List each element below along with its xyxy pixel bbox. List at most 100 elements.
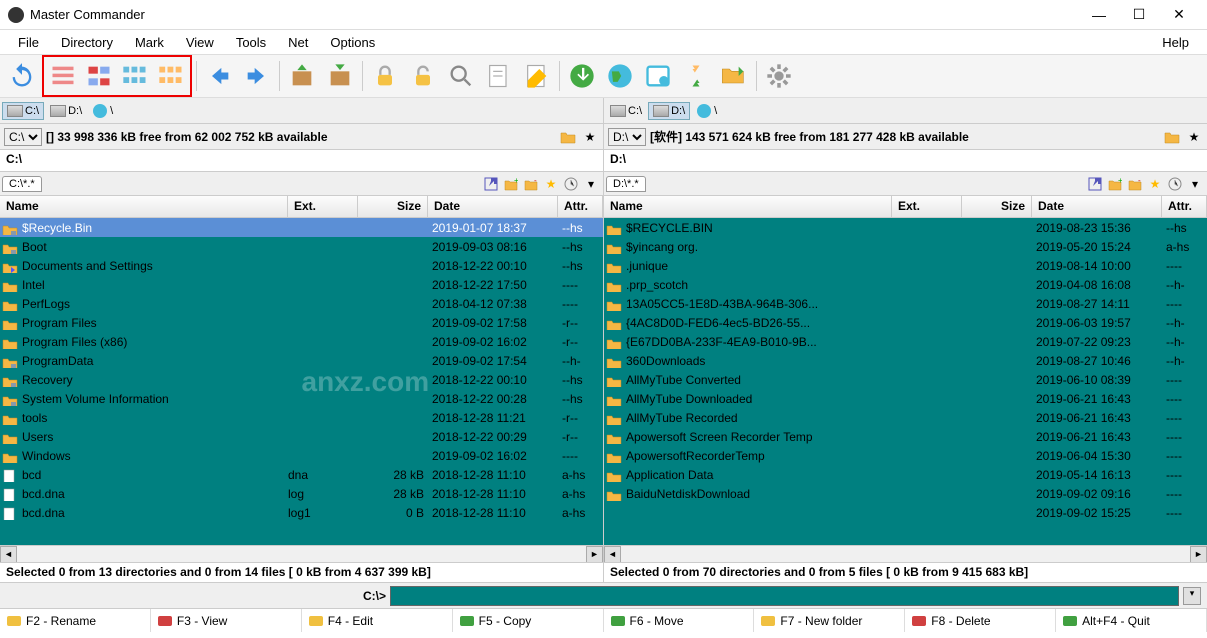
star-button[interactable]: ★ xyxy=(1185,128,1203,146)
col-attr[interactable]: Attr. xyxy=(1162,196,1207,217)
left-hscroll[interactable]: ◄► xyxy=(0,545,603,562)
file-row[interactable]: System Volume Information2018-12-22 00:2… xyxy=(0,389,603,408)
file-row[interactable]: 360Downloads2019-08-27 10:46--h- xyxy=(604,351,1207,370)
file-row[interactable]: AllMyTube Recorded2019-06-21 16:43---- xyxy=(604,408,1207,427)
tab-history-icon[interactable] xyxy=(1166,175,1184,193)
file-row[interactable]: tools2018-12-28 11:21-r-- xyxy=(0,408,603,427)
col-attr[interactable]: Attr. xyxy=(558,196,603,217)
left-file-list[interactable]: $Recycle.Bin2019-01-07 18:37--hsBoot2019… xyxy=(0,218,603,545)
right-breadcrumb[interactable]: D:\ xyxy=(604,150,1207,172)
file-row[interactable]: bcddna28 kB2018-12-28 11:10a-hs xyxy=(0,465,603,484)
fkey-alt-f4[interactable]: Alt+F4 - Quit xyxy=(1056,609,1207,632)
fkey-f4[interactable]: F4 - Edit xyxy=(302,609,453,632)
col-size[interactable]: Size xyxy=(962,196,1032,217)
tab-add-icon[interactable]: + xyxy=(502,175,520,193)
file-row[interactable]: Application Data2019-05-14 16:13---- xyxy=(604,465,1207,484)
file-row[interactable]: AllMyTube Downloaded2019-06-21 16:43---- xyxy=(604,389,1207,408)
settings-button[interactable] xyxy=(761,58,797,94)
tab-dropdown-icon[interactable]: ▾ xyxy=(582,175,600,193)
right-hscroll[interactable]: ◄► xyxy=(604,545,1207,562)
forward-button[interactable] xyxy=(239,58,275,94)
folder-button[interactable] xyxy=(559,128,577,146)
menu-view[interactable]: View xyxy=(176,32,224,53)
fkey-f8[interactable]: F8 - Delete xyxy=(905,609,1056,632)
file-row[interactable]: Windows2019-09-02 16:02---- xyxy=(0,446,603,465)
menu-directory[interactable]: Directory xyxy=(51,32,123,53)
file-row[interactable]: Recovery2018-12-22 00:10--hs xyxy=(0,370,603,389)
unpack-button[interactable] xyxy=(322,58,358,94)
fkey-f5[interactable]: F5 - Copy xyxy=(453,609,604,632)
drive-select[interactable]: C:\ xyxy=(4,128,42,146)
drive-D[interactable]: D:\ xyxy=(46,103,86,119)
note-button[interactable] xyxy=(481,58,517,94)
file-row[interactable]: .junique2019-08-14 10:00---- xyxy=(604,256,1207,275)
lock-button[interactable] xyxy=(367,58,403,94)
tab-history-icon[interactable] xyxy=(562,175,580,193)
col-ext[interactable]: Ext. xyxy=(892,196,962,217)
unlock-button[interactable] xyxy=(405,58,441,94)
view-thumbs-button[interactable] xyxy=(117,58,153,94)
file-row[interactable]: Boot2019-09-03 08:16--hs xyxy=(0,237,603,256)
file-row[interactable]: Users2018-12-22 00:29-r-- xyxy=(0,427,603,446)
file-row[interactable]: .prp_scotch2019-04-08 16:08--h- xyxy=(604,275,1207,294)
file-row[interactable]: Intel2018-12-22 17:50---- xyxy=(0,275,603,294)
path-tab[interactable]: D:\*.* xyxy=(606,176,646,192)
right-file-list[interactable]: $RECYCLE.BIN2019-08-23 15:36--hs$yincang… xyxy=(604,218,1207,545)
minimize-button[interactable]: — xyxy=(1079,7,1119,23)
file-row[interactable]: Program Files (x86)2019-09-02 16:02-r-- xyxy=(0,332,603,351)
file-row[interactable]: $RECYCLE.BIN2019-08-23 15:36--hs xyxy=(604,218,1207,237)
sync-button[interactable] xyxy=(678,58,714,94)
fkey-f2[interactable]: F2 - Rename xyxy=(0,609,151,632)
file-row[interactable]: $yincang org.2019-05-20 15:24a-hs xyxy=(604,237,1207,256)
back-button[interactable] xyxy=(201,58,237,94)
close-button[interactable]: ✕ xyxy=(1159,6,1199,23)
edit-button[interactable] xyxy=(519,58,555,94)
fkey-f3[interactable]: F3 - View xyxy=(151,609,302,632)
cmd-input[interactable] xyxy=(390,586,1179,606)
file-row[interactable]: ApowersoftRecorderTemp2019-06-04 15:30--… xyxy=(604,446,1207,465)
drive-C[interactable]: C:\ xyxy=(606,103,646,119)
fkey-f6[interactable]: F6 - Move xyxy=(604,609,755,632)
tab-external-icon[interactable] xyxy=(482,175,500,193)
tab-star-icon[interactable]: ★ xyxy=(542,175,560,193)
file-row[interactable]: 2019-09-02 15:25---- xyxy=(604,503,1207,522)
menu-tools[interactable]: Tools xyxy=(226,32,276,53)
menu-file[interactable]: File xyxy=(8,32,49,53)
tab-star-icon[interactable]: ★ xyxy=(1146,175,1164,193)
folders-button[interactable] xyxy=(716,58,752,94)
star-button[interactable]: ★ xyxy=(581,128,599,146)
path-tab[interactable]: C:\*.* xyxy=(2,176,42,192)
file-row[interactable]: bcd.dnalog28 kB2018-12-28 11:10a-hs xyxy=(0,484,603,503)
col-ext[interactable]: Ext. xyxy=(288,196,358,217)
tab-remove-icon[interactable]: - xyxy=(522,175,540,193)
tab-remove-icon[interactable]: - xyxy=(1126,175,1144,193)
file-row[interactable]: Apowersoft Screen Recorder Temp2019-06-2… xyxy=(604,427,1207,446)
fkey-f7[interactable]: F7 - New folder xyxy=(754,609,905,632)
view-details-button[interactable] xyxy=(81,58,117,94)
left-breadcrumb[interactable]: C:\ xyxy=(0,150,603,172)
globe-button[interactable] xyxy=(602,58,638,94)
drive-C[interactable]: C:\ xyxy=(2,102,44,120)
col-date[interactable]: Date xyxy=(1032,196,1162,217)
file-row[interactable]: BaiduNetdiskDownload2019-09-02 09:16---- xyxy=(604,484,1207,503)
folder-button[interactable] xyxy=(1163,128,1181,146)
file-row[interactable]: Documents and Settings2018-12-22 00:10--… xyxy=(0,256,603,275)
file-row[interactable]: Program Files2019-09-02 17:58-r-- xyxy=(0,313,603,332)
drive-[interactable]: \ xyxy=(692,101,721,121)
tab-dropdown-icon[interactable]: ▾ xyxy=(1186,175,1204,193)
col-name[interactable]: Name xyxy=(0,196,288,217)
file-row[interactable]: PerfLogs2018-04-12 07:38---- xyxy=(0,294,603,313)
file-row[interactable]: AllMyTube Converted2019-06-10 08:39---- xyxy=(604,370,1207,389)
menu-net[interactable]: Net xyxy=(278,32,318,53)
menu-help[interactable]: Help xyxy=(1152,32,1199,53)
drive-select[interactable]: D:\ xyxy=(608,128,646,146)
file-row[interactable]: {E67DD0BA-233F-4EA9-B010-9B...2019-07-22… xyxy=(604,332,1207,351)
refresh-button[interactable] xyxy=(4,58,40,94)
col-name[interactable]: Name xyxy=(604,196,892,217)
maximize-button[interactable]: ☐ xyxy=(1119,6,1159,23)
search-button[interactable] xyxy=(443,58,479,94)
view-list-button[interactable] xyxy=(45,58,81,94)
download-button[interactable] xyxy=(564,58,600,94)
file-row[interactable]: {4AC8D0D-FED6-4ec5-BD26-55...2019-06-03 … xyxy=(604,313,1207,332)
cmd-history-button[interactable]: ▾ xyxy=(1183,587,1201,605)
